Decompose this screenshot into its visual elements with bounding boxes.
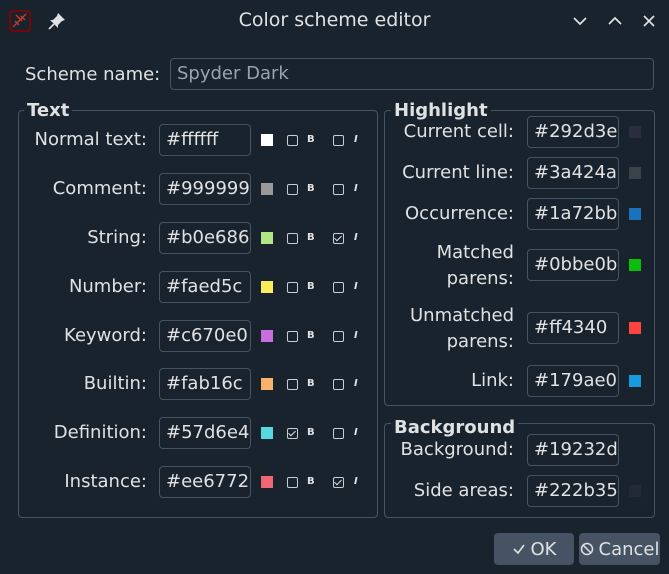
ok-button[interactable]: OK bbox=[494, 533, 574, 565]
side-areas-label: Side areas: bbox=[413, 480, 514, 501]
bold-tag: B bbox=[307, 183, 315, 194]
instance-italic-checkbox[interactable] bbox=[333, 477, 344, 488]
background-label: Background: bbox=[400, 439, 514, 460]
normal-text-bold-checkbox[interactable] bbox=[287, 135, 298, 146]
definition-label: Definition: bbox=[53, 422, 147, 443]
current-cell-color-input[interactable]: #292d3e bbox=[527, 116, 619, 148]
scheme-name-input[interactable]: Spyder Dark bbox=[170, 58, 654, 90]
keyword-swatch[interactable] bbox=[261, 330, 273, 342]
comment-italic-checkbox[interactable] bbox=[333, 184, 344, 195]
scheme-name-label: Scheme name: bbox=[25, 64, 161, 85]
italic-tag: I bbox=[354, 427, 358, 438]
title-bar: Color scheme editor bbox=[0, 0, 669, 42]
string-italic-checkbox[interactable] bbox=[333, 233, 344, 244]
current-cell-label: Current cell: bbox=[403, 121, 514, 142]
bold-tag: B bbox=[307, 378, 315, 389]
number-swatch[interactable] bbox=[261, 281, 273, 293]
string-bold-checkbox[interactable] bbox=[287, 233, 298, 244]
cancel-button[interactable]: Cancel bbox=[579, 533, 660, 565]
string-color-input[interactable]: #b0e686 bbox=[159, 222, 251, 254]
bold-tag: B bbox=[307, 134, 315, 145]
keyword-bold-checkbox[interactable] bbox=[287, 331, 298, 342]
highlight-group-title: Highlight bbox=[391, 101, 491, 121]
definition-bold-checkbox[interactable] bbox=[287, 428, 298, 439]
link-label: Link: bbox=[471, 370, 514, 391]
matched-parens-color-input[interactable]: #0bbe0b bbox=[527, 249, 619, 281]
bold-tag: B bbox=[307, 281, 315, 292]
string-swatch[interactable] bbox=[261, 232, 273, 244]
maximize-chevron-up-icon[interactable] bbox=[605, 11, 625, 31]
cancel-button-label: Cancel bbox=[598, 538, 660, 560]
number-label: Number: bbox=[68, 276, 147, 297]
builtin-swatch[interactable] bbox=[261, 378, 273, 390]
side-areas-color-input[interactable]: #222b35 bbox=[527, 475, 619, 507]
builtin-bold-checkbox[interactable] bbox=[287, 379, 298, 390]
definition-color-input[interactable]: #57d6e4 bbox=[159, 417, 251, 449]
unmatched-parens-label-line2: parens: bbox=[446, 331, 514, 352]
text-group-title: Text bbox=[24, 101, 73, 121]
link-color-input[interactable]: #179ae0 bbox=[527, 365, 619, 397]
definition-swatch[interactable] bbox=[261, 427, 273, 439]
background-color-input[interactable]: #19232d bbox=[527, 434, 619, 466]
builtin-label: Builtin: bbox=[83, 373, 147, 394]
background-swatch[interactable] bbox=[629, 444, 641, 456]
number-color-input[interactable]: #faed5c bbox=[159, 271, 251, 303]
unmatched-parens-label-line1: Unmatched bbox=[409, 305, 514, 326]
number-bold-checkbox[interactable] bbox=[287, 282, 298, 293]
italic-tag: I bbox=[354, 232, 358, 243]
italic-tag: I bbox=[354, 183, 358, 194]
current-line-label: Current line: bbox=[402, 162, 514, 183]
comment-color-input[interactable]: #999999 bbox=[159, 173, 251, 205]
comment-bold-checkbox[interactable] bbox=[287, 184, 298, 195]
instance-bold-checkbox[interactable] bbox=[287, 477, 298, 488]
keyword-label: Keyword: bbox=[64, 325, 147, 346]
occurrence-color-input[interactable]: #1a72bb bbox=[527, 198, 619, 230]
instance-color-input[interactable]: #ee6772 bbox=[159, 466, 251, 498]
normal-text-color-input[interactable]: #ffffff bbox=[159, 124, 251, 156]
definition-italic-checkbox[interactable] bbox=[333, 428, 344, 439]
current-cell-swatch[interactable] bbox=[629, 126, 641, 138]
occurrence-label: Occurrence: bbox=[405, 203, 514, 224]
normal-text-italic-checkbox[interactable] bbox=[333, 135, 344, 146]
matched-parens-label-line1: Matched bbox=[436, 242, 514, 263]
matched-parens-label-line2: parens: bbox=[446, 268, 514, 289]
ok-button-label: OK bbox=[530, 538, 557, 560]
italic-tag: I bbox=[354, 281, 358, 292]
side-areas-swatch[interactable] bbox=[629, 485, 641, 497]
number-italic-checkbox[interactable] bbox=[333, 282, 344, 293]
close-icon[interactable] bbox=[639, 11, 659, 31]
instance-swatch[interactable] bbox=[261, 476, 273, 488]
keyword-color-input[interactable]: #c670e0 bbox=[159, 320, 251, 352]
current-line-color-input[interactable]: #3a424a bbox=[527, 157, 619, 189]
bold-tag: B bbox=[307, 427, 315, 438]
comment-swatch[interactable] bbox=[261, 183, 273, 195]
normal-text-label: Normal text: bbox=[34, 129, 147, 150]
minimize-chevron-down-icon[interactable] bbox=[570, 11, 590, 31]
italic-tag: I bbox=[354, 134, 358, 145]
text-group bbox=[18, 110, 378, 518]
background-group-title: Background bbox=[391, 418, 519, 438]
builtin-italic-checkbox[interactable] bbox=[333, 379, 344, 390]
matched-parens-swatch[interactable] bbox=[629, 259, 641, 271]
link-swatch[interactable] bbox=[629, 375, 641, 387]
unmatched-parens-color-input[interactable]: #ff4340 bbox=[527, 312, 619, 344]
window-title: Color scheme editor bbox=[238, 9, 431, 31]
occurrence-swatch[interactable] bbox=[629, 208, 641, 220]
string-label: String: bbox=[87, 227, 147, 248]
bold-tag: B bbox=[307, 330, 315, 341]
bold-tag: B bbox=[307, 232, 315, 243]
italic-tag: I bbox=[354, 476, 358, 487]
italic-tag: I bbox=[354, 330, 358, 341]
unmatched-parens-swatch[interactable] bbox=[629, 322, 641, 334]
comment-label: Comment: bbox=[52, 178, 147, 199]
italic-tag: I bbox=[354, 378, 358, 389]
cancel-icon bbox=[580, 542, 594, 556]
instance-label: Instance: bbox=[64, 471, 147, 492]
check-icon bbox=[512, 542, 526, 556]
keyword-italic-checkbox[interactable] bbox=[333, 331, 344, 342]
bold-tag: B bbox=[307, 476, 315, 487]
builtin-color-input[interactable]: #fab16c bbox=[159, 368, 251, 400]
current-line-swatch[interactable] bbox=[629, 167, 641, 179]
normal-text-swatch[interactable] bbox=[261, 134, 273, 146]
